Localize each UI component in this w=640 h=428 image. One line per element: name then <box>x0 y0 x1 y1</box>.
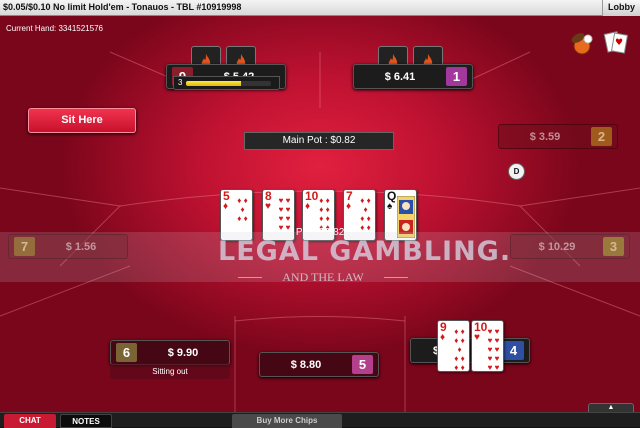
seat-number-badge: 1 <box>446 67 467 86</box>
card-suit: ♦ <box>346 201 352 212</box>
seat-4-hole-card: 10 ♥ ♥ ♥ ♥ ♥ ♥ ♥ ♥ ♥ ♥ ♥ <box>471 320 504 372</box>
seat-number-badge: 2 <box>591 127 612 146</box>
current-hand-label: Current Hand: 3341521576 <box>6 24 103 33</box>
seat-2[interactable]: $ 3.59 2 <box>498 124 618 149</box>
seat-stack-amount: $ 8.80 <box>290 358 322 371</box>
seat-1[interactable]: $ 6.41 1 <box>353 64 473 89</box>
sports-balls-icon <box>571 33 593 55</box>
seat-number-badge: 4 <box>503 341 524 360</box>
card-suit: ♦ <box>223 201 229 212</box>
tab-chat[interactable]: CHAT <box>4 414 56 428</box>
seat-number-badge: 5 <box>352 355 373 374</box>
card-suit: ♠ <box>387 201 393 212</box>
card-suit: ♦ <box>440 332 446 343</box>
watermark-subtitle: AND THE LAW <box>238 270 408 285</box>
seat-4-hole-card: 9 ♦ ♦ ♦ ♦ ♦ ♦ ♦ ♦ ♦ ♦ <box>437 320 470 372</box>
seat-number-badge: 6 <box>116 343 137 362</box>
tab-notes[interactable]: NOTES <box>60 414 112 428</box>
lobby-button[interactable]: Lobby <box>602 0 640 16</box>
card-suit: ♥ <box>265 201 271 212</box>
seat-4[interactable]: $ 4 <box>410 338 530 363</box>
watermark-logo: LEGAL GAMBLING. <box>218 236 512 267</box>
timer-progress <box>186 81 271 86</box>
bottom-toolbar: CHAT NOTES Buy More Chips <box>0 412 640 428</box>
emote-icons[interactable]: ♥ <box>568 28 630 56</box>
action-timer: 3 <box>173 76 280 90</box>
sit-here-button[interactable]: Sit Here <box>28 108 136 133</box>
main-pot-label: Main Pot : $0.82 <box>244 132 394 150</box>
seat-5[interactable]: $ 8.80 5 <box>259 352 379 377</box>
card-suit: ♦ <box>305 201 311 212</box>
svg-text:♥: ♥ <box>615 38 623 48</box>
timer-progress-fill <box>186 81 242 86</box>
seat-stack-amount: $ 9.90 <box>167 346 199 359</box>
seat-6[interactable]: 6 $ 9.90 <box>110 340 230 365</box>
card-pips: ♥ ♥ ♥ ♥ ♥ ♥ ♥ ♥ ♥ ♥ <box>487 327 500 372</box>
buy-more-chips-button[interactable]: Buy More Chips <box>232 414 342 428</box>
card-pips: ♦ ♦ ♦ ♦ ♦ ♦ ♦ ♦ ♦ <box>454 327 465 372</box>
seat-stack-amount: $ 3.59 <box>529 130 561 143</box>
card-suit: ♥ <box>474 332 480 343</box>
timer-count: 3 <box>178 78 183 87</box>
window-title-bar: $0.05/$0.10 No limit Hold'em - Tonauos -… <box>0 0 640 16</box>
sitting-out-status: Sitting out <box>110 364 230 379</box>
dealer-button: D <box>508 163 525 180</box>
seat-stack-amount: $ 6.41 <box>384 70 416 83</box>
playing-cards-icon: ♥ <box>603 31 629 54</box>
window-title: $0.05/$0.10 No limit Hold'em - Tonauos -… <box>3 2 242 12</box>
